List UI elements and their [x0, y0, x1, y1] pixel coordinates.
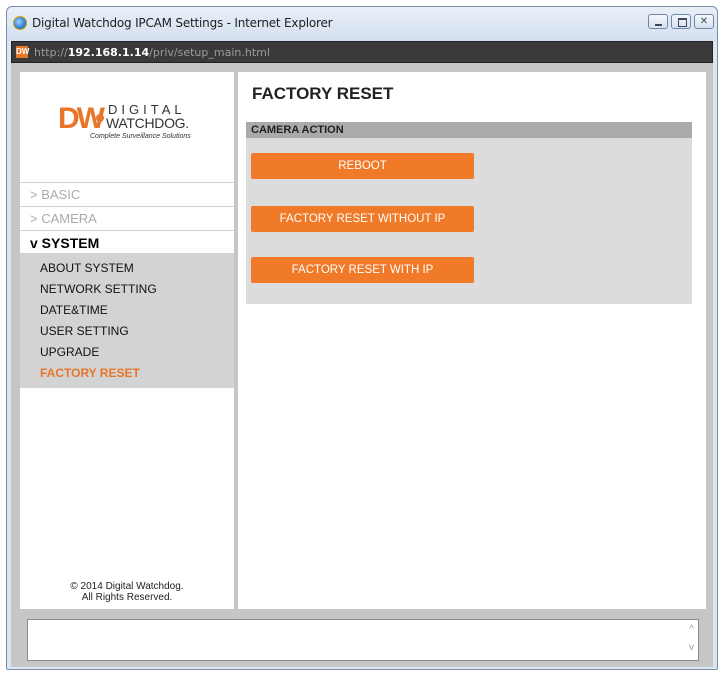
system-submenu: ABOUT SYSTEM NETWORK SETTING DATE&TIME U…	[20, 254, 234, 388]
submenu-item-about-system[interactable]: ABOUT SYSTEM	[20, 258, 234, 279]
reboot-button[interactable]: REBOOT	[251, 153, 474, 179]
maximize-button[interactable]	[671, 14, 691, 29]
url-prefix: http://	[34, 46, 68, 59]
status-area: ^ v	[11, 611, 713, 667]
page-title: FACTORY RESET	[252, 84, 394, 103]
copyright: © 2014 Digital Watchdog. All Rights Rese…	[20, 581, 234, 603]
panel-title: CAMERA ACTION	[246, 122, 692, 138]
close-button[interactable]: ✕	[694, 14, 714, 29]
sidebar-menu: > BASIC > CAMERA v SYSTEM ABOUT SYSTEM N…	[20, 182, 234, 388]
submenu-item-factory-reset[interactable]: FACTORY RESET	[20, 363, 234, 384]
title-bar: Digital Watchdog IPCAM Settings - Intern…	[7, 7, 717, 41]
submenu-item-upgrade[interactable]: UPGRADE	[20, 342, 234, 363]
page-area: DW DIGITAL WATCHDOG. Complete Surveillan…	[11, 63, 713, 611]
digital-watchdog-logo: DW DIGITAL WATCHDOG. Complete Surveillan…	[58, 100, 198, 150]
status-textbox[interactable]: ^ v	[27, 619, 699, 661]
scroll-up-icon[interactable]: ^	[689, 624, 694, 635]
address-url[interactable]: http://192.168.1.14/priv/setup_main.html	[34, 46, 270, 59]
logo-line-watchdog: WATCHDOG.	[106, 115, 189, 131]
copyright-line-1: © 2014 Digital Watchdog.	[70, 581, 184, 592]
menu-item-camera[interactable]: > CAMERA	[20, 206, 234, 230]
window-title: Digital Watchdog IPCAM Settings - Intern…	[32, 16, 333, 30]
logo-dot-icon	[96, 114, 104, 122]
factory-reset-with-ip-button[interactable]: FACTORY RESET WITH IP	[251, 257, 474, 283]
submenu-item-user-setting[interactable]: USER SETTING	[20, 321, 234, 342]
menu-item-system[interactable]: v SYSTEM	[20, 230, 234, 254]
sidebar: DW DIGITAL WATCHDOG. Complete Surveillan…	[20, 72, 234, 609]
window-controls: ✕	[648, 14, 714, 29]
submenu-item-date-time[interactable]: DATE&TIME	[20, 300, 234, 321]
url-host: 192.168.1.14	[67, 46, 150, 59]
camera-action-panel: CAMERA ACTION REBOOT FACTORY RESET WITHO…	[246, 122, 692, 304]
copyright-line-2: All Rights Reserved.	[81, 592, 173, 603]
site-favicon-icon: DW	[16, 46, 30, 58]
submenu-item-network-setting[interactable]: NETWORK SETTING	[20, 279, 234, 300]
main-content: FACTORY RESET CAMERA ACTION REBOOT FACTO…	[238, 72, 706, 609]
url-path: /priv/setup_main.html	[149, 46, 270, 59]
minimize-button[interactable]	[648, 14, 668, 29]
logo-tagline: Complete Surveillance Solutions	[90, 133, 191, 140]
menu-item-basic[interactable]: > BASIC	[20, 182, 234, 206]
browser-window: Digital Watchdog IPCAM Settings - Intern…	[6, 6, 718, 670]
address-bar[interactable]: DW http://192.168.1.14/priv/setup_main.h…	[11, 41, 713, 63]
scroll-down-icon[interactable]: v	[689, 642, 694, 653]
factory-reset-without-ip-button[interactable]: FACTORY RESET WITHOUT IP	[251, 206, 474, 232]
internet-explorer-icon	[13, 16, 27, 30]
